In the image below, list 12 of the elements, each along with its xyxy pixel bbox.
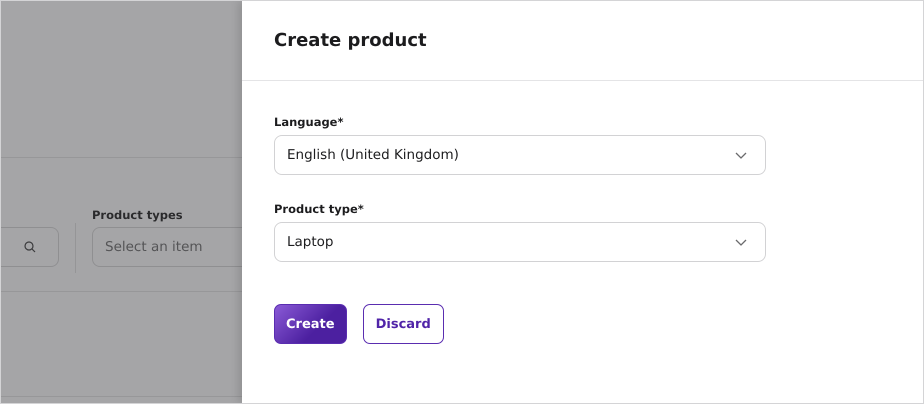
create-button[interactable]: Create (274, 304, 347, 344)
chevron-down-icon (735, 152, 747, 158)
select-field[interactable]: English (United Kingdom) (274, 135, 766, 175)
drawer-title: Create product (274, 30, 427, 51)
chevron-down-icon (735, 238, 747, 246)
discard-button[interactable]: Discard (362, 304, 444, 344)
select-field[interactable]: Laptop (274, 222, 766, 262)
search-icon (24, 241, 36, 253)
field-label: Product types (92, 208, 184, 222)
search-field[interactable] (1, 227, 60, 267)
field-label: Language* (274, 115, 344, 129)
field-label: Product type* (274, 202, 365, 216)
